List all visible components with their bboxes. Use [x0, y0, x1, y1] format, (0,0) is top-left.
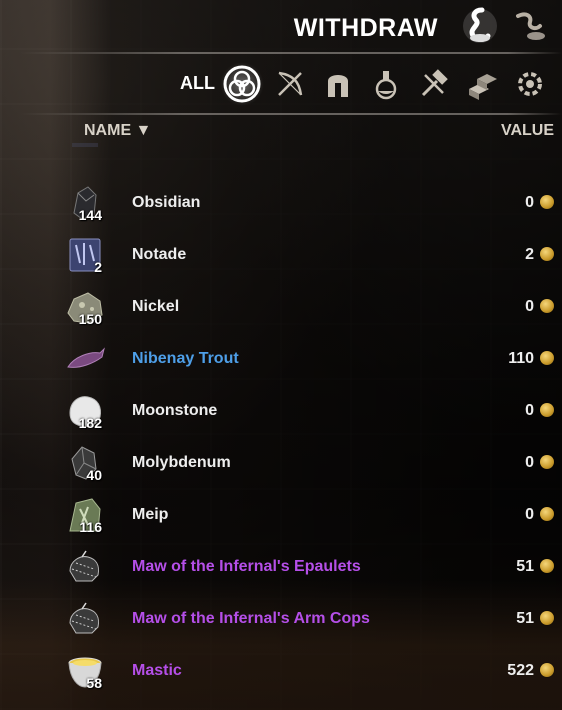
miscellaneous-icon[interactable] — [510, 64, 550, 104]
item-value: 0 — [525, 194, 534, 211]
header-divider — [20, 52, 562, 54]
name-column-header[interactable]: NAME ▼ — [84, 122, 151, 140]
list-item[interactable]: 58 Mastic 522 — [0, 645, 562, 697]
item-name: Meip — [132, 506, 169, 523]
item-name: Notade — [132, 246, 187, 263]
list-item[interactable]: 150 Nickel 0 — [0, 281, 562, 333]
gold-coin-icon — [540, 351, 554, 365]
page-title: WITHDRAW — [293, 14, 438, 42]
consumables-icon[interactable] — [366, 64, 406, 104]
header: WITHDRAW — [0, 0, 562, 58]
gold-coin-icon — [540, 299, 554, 313]
stack-count: 144 — [78, 207, 102, 223]
stack-count: 2 — [94, 259, 102, 275]
arm-cops-icon — [64, 599, 106, 639]
stack-count: 182 — [78, 415, 102, 431]
trout-fish-icon — [64, 339, 106, 379]
item-name: Nibenay Trout — [132, 350, 239, 367]
filter-bar: ALL — [170, 60, 552, 108]
item-value: 0 — [525, 506, 534, 523]
item-name: Obsidian — [132, 194, 201, 211]
gold-coin-icon — [540, 507, 554, 521]
item-value: 0 — [525, 402, 534, 419]
item-name: Molybdenum — [132, 454, 231, 471]
list-item[interactable]: 144 Obsidian 0 — [0, 177, 562, 229]
item-value: 2 — [525, 246, 534, 263]
stack-count: 116 — [79, 519, 102, 535]
stack-count: 150 — [78, 311, 102, 327]
list-item[interactable]: 40 Molybdenum 0 — [0, 437, 562, 489]
stack-count: 40 — [86, 467, 102, 483]
weapons-icon[interactable] — [270, 64, 310, 104]
gold-coin-icon — [540, 611, 554, 625]
crafting-icon[interactable] — [414, 64, 454, 104]
gold-coin-icon — [540, 663, 554, 677]
all-items-icon[interactable] — [220, 62, 264, 106]
filter-divider — [20, 113, 562, 115]
withdraw-mode-icon[interactable] — [460, 6, 500, 46]
deposit-mode-icon[interactable] — [510, 6, 550, 46]
list-item[interactable]: 182 Moonstone 0 — [0, 385, 562, 437]
furnishing-icon[interactable] — [462, 64, 502, 104]
filter-all-label: ALL — [180, 73, 215, 93]
gold-coin-icon — [540, 247, 554, 261]
gold-coin-icon — [540, 455, 554, 469]
stack-count: 58 — [86, 675, 102, 691]
list-item[interactable]: Nibenay Trout 110 — [0, 333, 562, 385]
item-value: 522 — [507, 662, 534, 679]
list-item[interactable]: 2 Notade 2 — [0, 229, 562, 281]
item-name: Maw of the Infernal's Arm Cops — [132, 610, 370, 627]
partial-item-icon — [64, 143, 106, 151]
item-value: 110 — [508, 350, 534, 367]
armor-icon[interactable] — [318, 64, 358, 104]
list-item-partial — [0, 143, 562, 157]
item-value: 51 — [516, 558, 534, 575]
list-item[interactable]: 116 Meip 0 — [0, 489, 562, 541]
list-item[interactable]: Maw of the Infernal's Arm Cops 51 — [0, 593, 562, 645]
item-name: Nickel — [132, 298, 180, 315]
list-item[interactable]: Maw of the Infernal's Epaulets 51 — [0, 541, 562, 593]
gold-coin-icon — [540, 559, 554, 573]
gold-coin-icon — [540, 195, 554, 209]
value-column-header[interactable]: VALUE — [501, 122, 554, 140]
gold-coin-icon — [540, 403, 554, 417]
item-value: 0 — [525, 298, 534, 315]
item-list: 144 Obsidian 0 2 Notade 2 150 Nickel 0 N… — [0, 143, 562, 710]
item-name: Mastic — [132, 662, 182, 679]
item-name: Maw of the Infernal's Epaulets — [132, 558, 361, 575]
epaulets-icon — [64, 547, 106, 587]
item-name: Moonstone — [132, 402, 218, 419]
item-value: 51 — [516, 610, 534, 627]
item-value: 0 — [525, 454, 534, 471]
